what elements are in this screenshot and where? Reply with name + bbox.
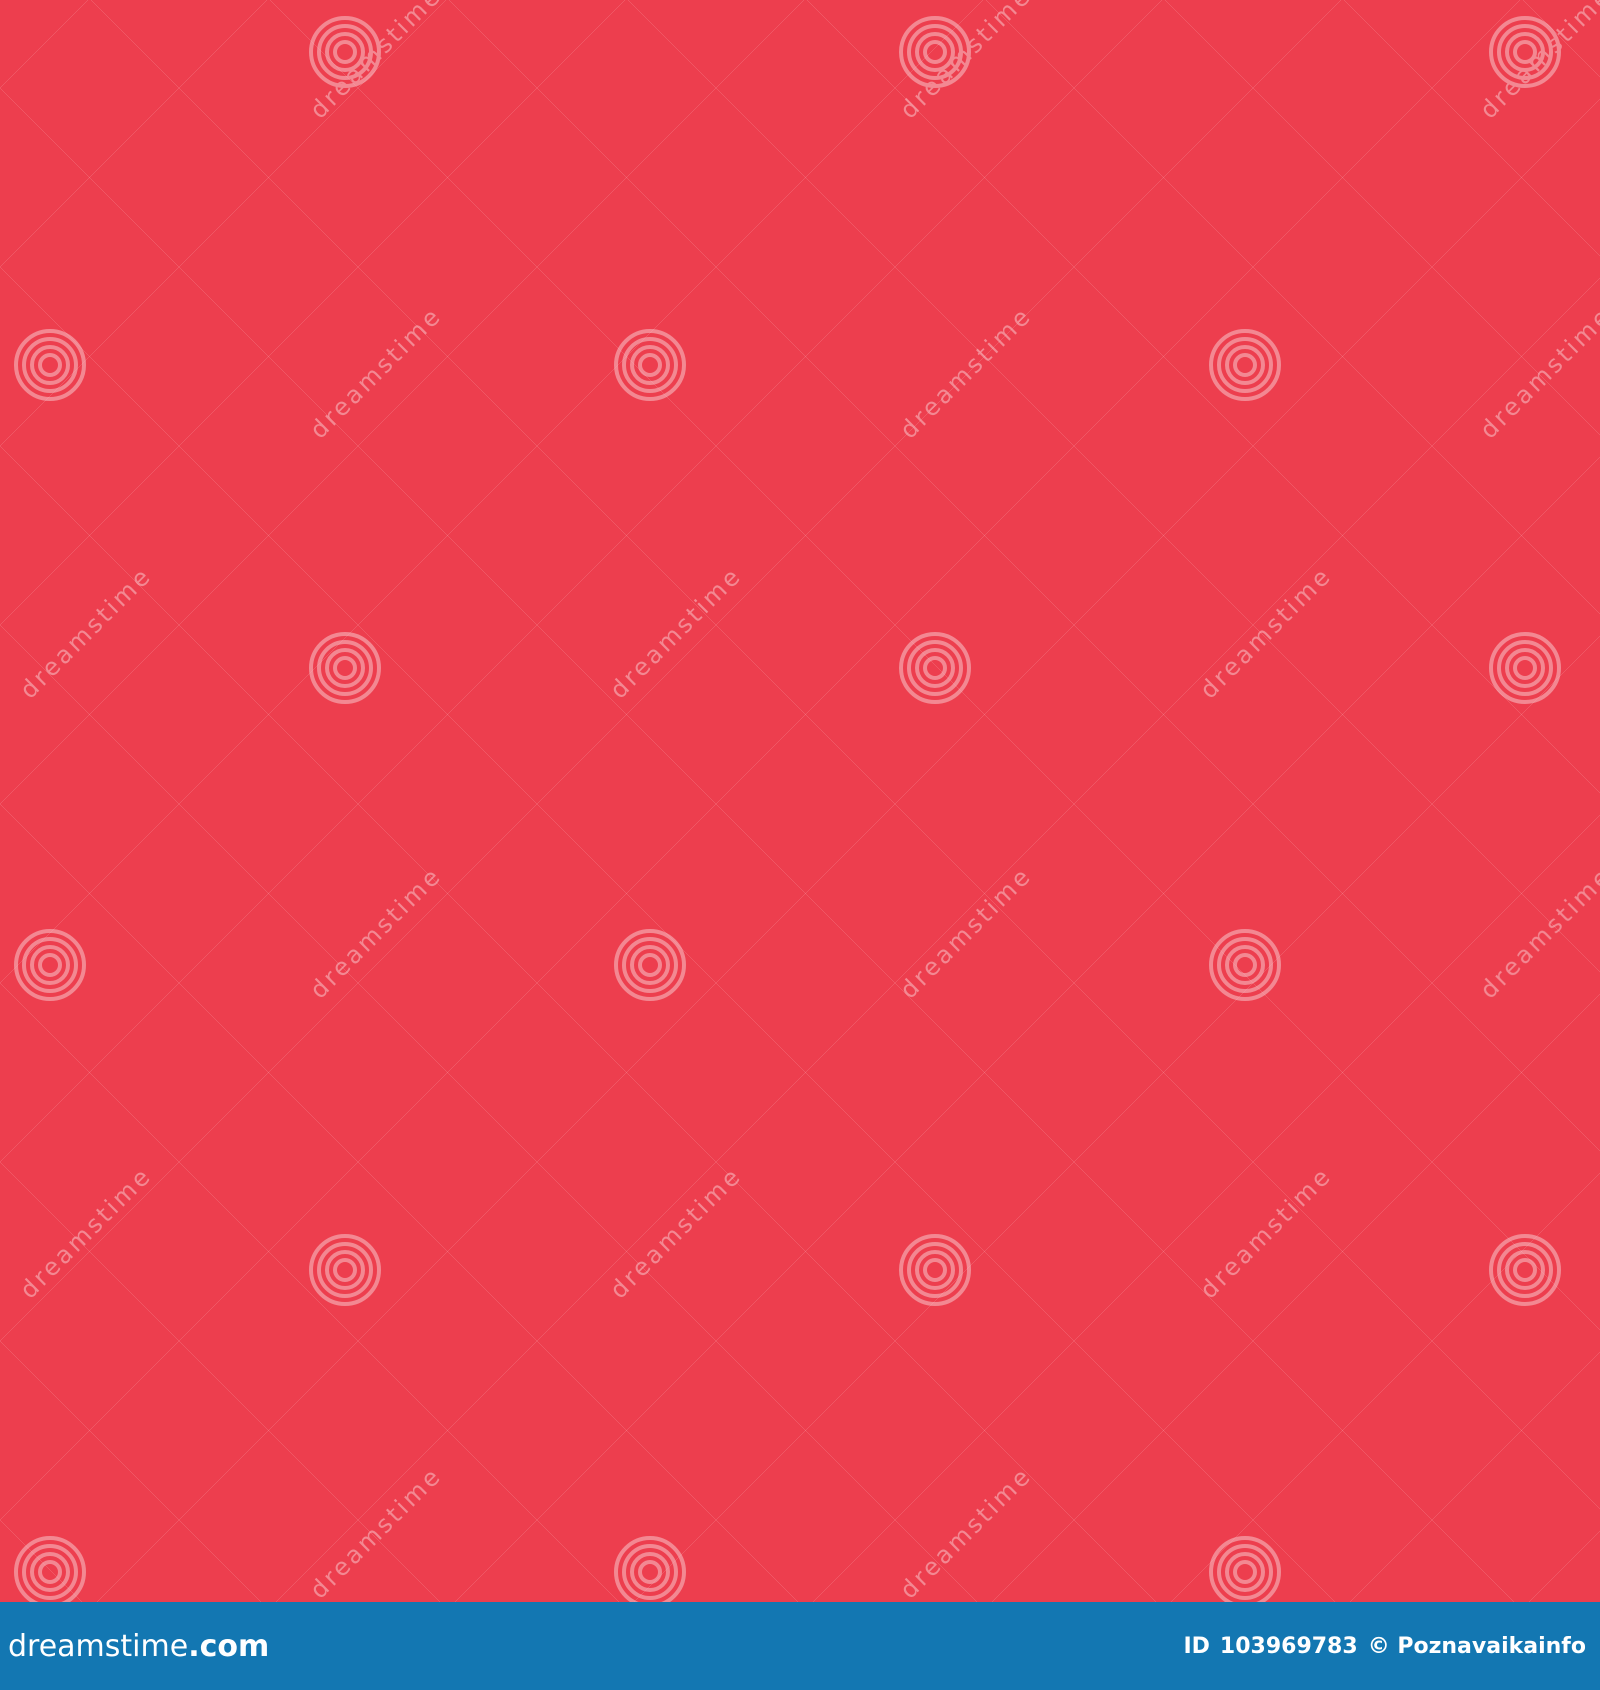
image-id: ID 103969783 © Poznavaikainfo (1183, 1634, 1586, 1659)
id-number: 103969783 (1219, 1633, 1358, 1659)
diamond-tiles (0, 0, 1600, 1602)
brand-suffix: .com (188, 1628, 270, 1664)
id-label: ID (1183, 1633, 1210, 1659)
footer-bar: dreamstime .com ID 103969783 © Poznavaika… (0, 1602, 1600, 1690)
credit-text: © Poznavaikainfo (1367, 1633, 1586, 1659)
brand-logo: dreamstime .com (8, 1629, 269, 1664)
brand-name: dreamstime (8, 1628, 189, 1664)
stock-image: dreamstime dreamstime dreamstime dreamstime… (0, 0, 1600, 1690)
diamond-checkerboard-pattern: dreamstime dreamstime dreamstimedreamstime… (0, 0, 1600, 1602)
